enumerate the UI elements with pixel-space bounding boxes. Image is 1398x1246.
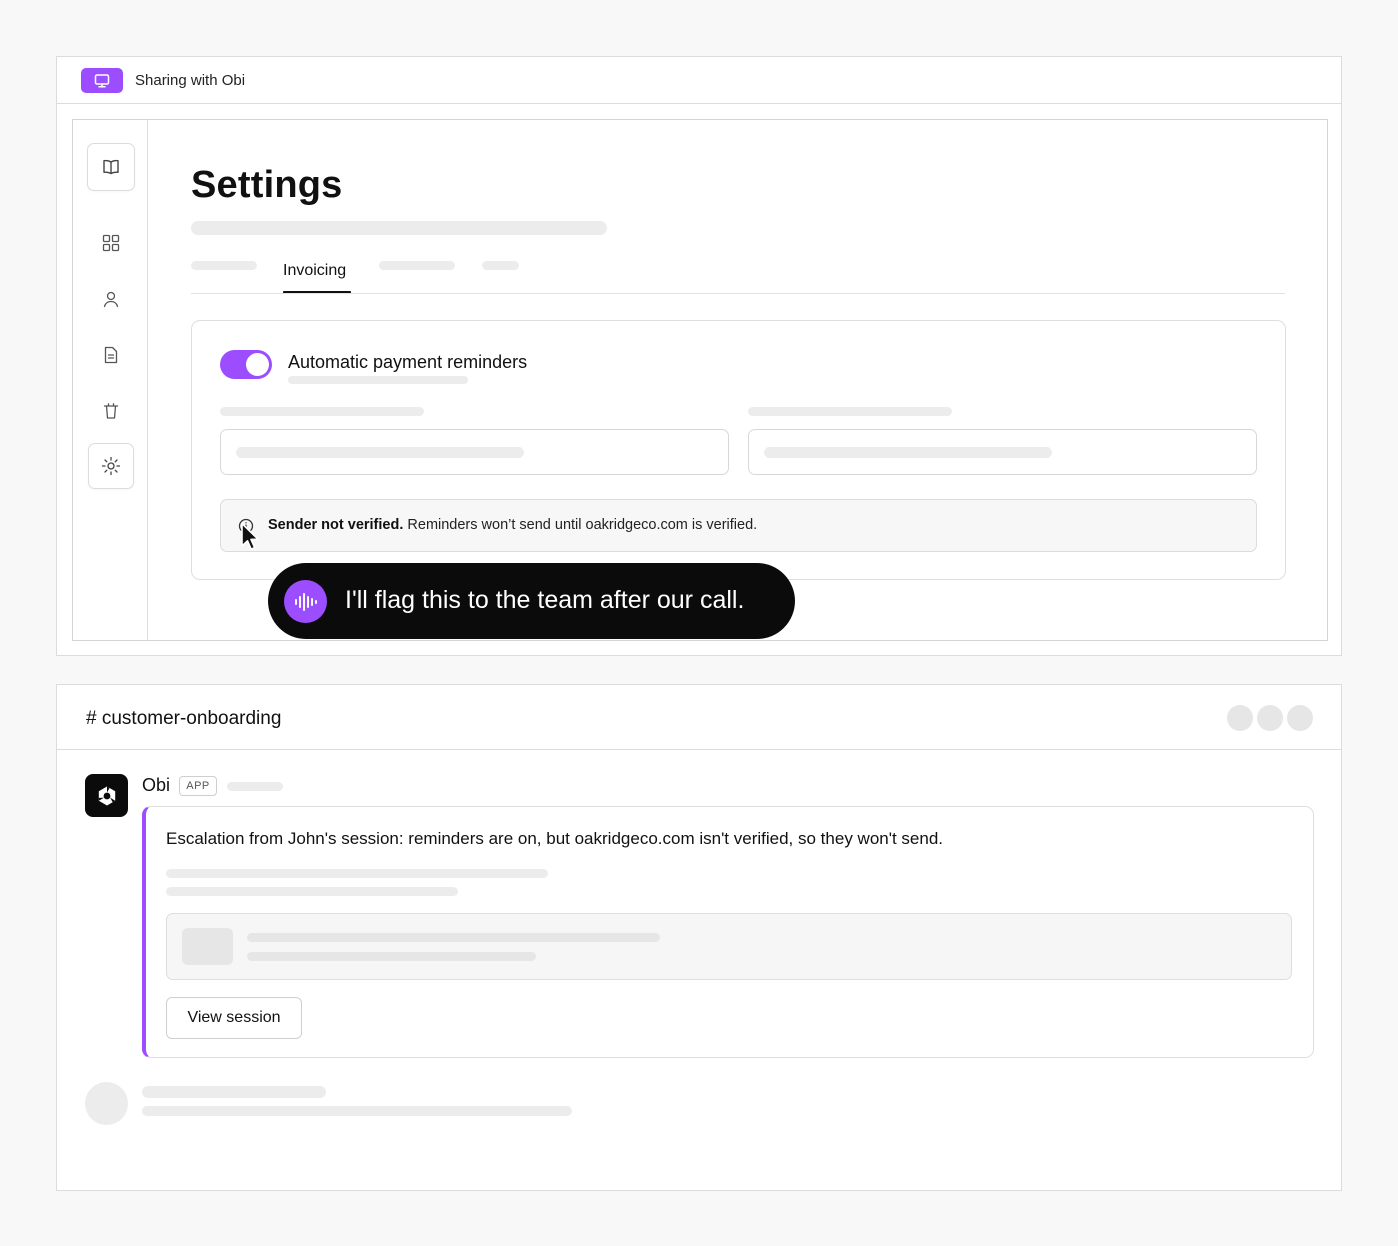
session-attachment[interactable] [166,913,1292,980]
warning-title: Sender not verified. [268,517,404,533]
description-placeholder [288,376,468,384]
share-bar: Sharing with Obi [57,57,1341,104]
sidebar-item-documents[interactable] [87,331,135,379]
gear-icon [101,456,121,476]
input-field[interactable] [220,429,729,475]
sidebar-item-settings[interactable] [88,443,134,489]
sidebar-item-trash[interactable] [87,387,135,435]
header-action-placeholder[interactable] [1287,705,1313,731]
view-session-button[interactable]: View session [166,997,302,1039]
channel-name[interactable]: # customer-onboarding [86,708,281,730]
reminders-toggle[interactable] [220,350,272,379]
share-label: Sharing with Obi [135,72,246,89]
sidebar-item-book[interactable] [87,143,135,191]
voice-caption-text: I'll flag this to the team after our cal… [345,586,745,614]
timestamp-placeholder [227,782,283,791]
obi-logo-icon [98,786,115,805]
sidebar-rail [73,120,148,640]
obi-avatar[interactable] [85,774,128,817]
sender-warning-banner: Sender not verified. Reminders won’t sen… [220,499,1257,552]
input-field[interactable] [748,429,1257,475]
toggle-knob [246,353,269,376]
page-title: Settings [191,164,343,206]
document-icon [104,346,118,364]
field-label-placeholder [220,407,424,416]
app-badge: APP [179,776,217,796]
sidebar-item-customers[interactable] [87,275,135,323]
header-action-placeholder[interactable] [1227,705,1253,731]
attachment-line-placeholder [247,952,536,961]
attachment-thumbnail [182,928,233,965]
author-placeholder [142,1086,326,1098]
attachment-line-placeholder [247,933,660,942]
message-line-placeholder [166,869,548,878]
avatar-placeholder [85,1082,128,1125]
screen-share-badge [81,68,123,93]
trash-icon [103,403,119,419]
header-action-placeholder[interactable] [1257,705,1283,731]
field-label-placeholder [748,407,952,416]
settings-page: Settings Invoicing Automatic payment rem… [149,120,1327,640]
tab-divider [191,293,1285,294]
grid-icon [102,234,120,252]
tab-placeholder[interactable] [379,261,455,270]
chat-panel: # customer-onboarding Obi APP Escalation… [56,684,1342,1191]
reminders-title: Automatic payment reminders [288,352,528,372]
subtitle-placeholder [191,221,607,235]
message-line-placeholder [166,887,458,896]
user-icon [103,291,119,308]
tab-invoicing[interactable]: Invoicing [283,262,346,280]
message-author[interactable]: Obi [142,775,170,796]
reminders-card: Automatic payment reminders Sender not v… [191,320,1286,580]
tab-placeholder[interactable] [482,261,519,270]
field-value-placeholder [236,447,524,458]
channel-header: # customer-onboarding [57,685,1341,750]
voice-caption-bubble: I'll flag this to the team after our cal… [268,563,795,639]
tab-placeholder[interactable] [191,261,257,270]
sidebar-item-dashboard[interactable] [87,219,135,267]
warning-detail: Reminders won’t send until oakridgeco.co… [403,517,758,533]
escalation-message-card: Escalation from John's session: reminder… [142,806,1314,1058]
field-value-placeholder [764,447,1052,458]
voice-indicator [284,580,327,623]
message-text: Escalation from John's session: reminder… [166,829,944,848]
book-icon [103,159,119,175]
message-line-placeholder [142,1106,572,1116]
warning-message: Sender not verified. Reminders won’t sen… [268,517,757,533]
monitor-icon [94,73,110,88]
audio-waveform-icon [294,592,317,611]
mouse-cursor-icon [241,522,259,550]
